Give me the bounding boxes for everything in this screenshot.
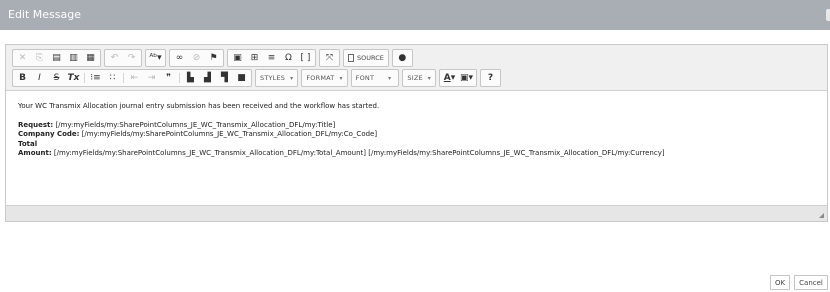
amount-label: Amount: bbox=[18, 149, 52, 157]
paste-word-icon[interactable]: ▦ bbox=[82, 51, 99, 65]
format-combo[interactable]: FORMAT ▾ bbox=[301, 69, 348, 87]
special-char-icon[interactable]: Ω bbox=[280, 51, 297, 65]
rich-text-editor: ✕ ⎘ ▤ ▥ ▦ ↶ ↷ ᴬᵇ▾ ∞ ⊘ ⚑ ▣ ⊞ ≡ Ω [] ⤧ SO… bbox=[5, 44, 828, 222]
italic-button[interactable]: I bbox=[31, 71, 48, 85]
request-label: Request: bbox=[18, 120, 54, 129]
chevron-down-icon: ▾ bbox=[290, 74, 294, 82]
outdent-icon[interactable]: ⇤ bbox=[126, 71, 143, 85]
chevron-down-icon: ▾ bbox=[427, 74, 431, 82]
dialog-header: Edit Message bbox=[0, 0, 830, 30]
strike-button[interactable]: S bbox=[48, 71, 65, 85]
size-label: SIZE bbox=[407, 74, 423, 82]
align-center-icon[interactable]: ▟ bbox=[199, 71, 216, 85]
remove-format-button[interactable]: Tx bbox=[65, 71, 82, 85]
numbered-list-icon[interactable]: ⁝≡ bbox=[87, 71, 104, 85]
about-icon[interactable]: ● bbox=[394, 51, 411, 65]
source-button[interactable]: SOURCE bbox=[345, 54, 387, 62]
iframe-icon[interactable]: [ ] bbox=[297, 51, 314, 65]
request-value: [/my:myFields/my:SharePointColumns_JE_WC… bbox=[55, 120, 336, 129]
clipboard-group: ✕ ⎘ ▤ ▥ ▦ bbox=[12, 49, 101, 67]
resize-handle-icon[interactable] bbox=[819, 213, 824, 218]
total-label: Total bbox=[18, 139, 38, 148]
document-icon bbox=[348, 54, 354, 62]
styles-combo-inner: STYLES ▾ bbox=[257, 71, 296, 85]
company-line: Company Code: [/my:myFields/my:SharePoin… bbox=[18, 130, 827, 140]
indent-icon[interactable]: ⇥ bbox=[143, 71, 160, 85]
format-combo-inner: FORMAT ▾ bbox=[303, 71, 345, 85]
intro-text: Your WC Transmix Allocation journal entr… bbox=[18, 102, 380, 110]
justify-icon[interactable]: ■ bbox=[233, 71, 250, 85]
source-label: SOURCE bbox=[357, 54, 384, 62]
dialog-title: Edit Message bbox=[8, 8, 82, 21]
editor-statusbar bbox=[6, 205, 827, 221]
help-group: ? bbox=[480, 69, 502, 87]
font-combo[interactable]: FONT ▾ bbox=[350, 69, 400, 87]
spellcheck-icon[interactable]: ᴬᵇ▾ bbox=[147, 51, 164, 65]
styles-label: STYLES bbox=[260, 74, 286, 82]
undo-icon[interactable]: ↶ bbox=[106, 51, 123, 65]
unlink-icon[interactable]: ⊘ bbox=[188, 51, 205, 65]
align-left-icon[interactable]: ▙ bbox=[182, 71, 199, 85]
horizontal-rule-icon[interactable]: ≡ bbox=[263, 51, 280, 65]
format-label: FORMAT bbox=[306, 74, 335, 82]
align-right-icon[interactable]: ▜ bbox=[216, 71, 233, 85]
colors-group: A ▾ ▣▾ bbox=[439, 69, 478, 87]
toolbar-separator bbox=[84, 73, 85, 83]
styles-combo[interactable]: STYLES ▾ bbox=[255, 69, 299, 87]
basic-styles-group: B I S Tx ⁝≡ ∷ ⇤ ⇥ ❞ ▙ ▟ ▜ ■ bbox=[12, 69, 252, 87]
maximize-icon[interactable]: ⤧ bbox=[321, 51, 338, 65]
editor-content[interactable]: Your WC Transmix Allocation journal entr… bbox=[6, 91, 827, 206]
help-button[interactable]: ? bbox=[482, 71, 499, 85]
toolbar-separator bbox=[179, 73, 180, 83]
insert-group: ▣ ⊞ ≡ Ω [ ] bbox=[227, 49, 316, 67]
close-icon[interactable] bbox=[826, 9, 830, 21]
company-label: Company Code: bbox=[18, 130, 80, 138]
background-color-icon[interactable]: ▣▾ bbox=[458, 71, 475, 85]
paste-icon[interactable]: ▤ bbox=[48, 51, 65, 65]
size-combo-inner: SIZE ▾ bbox=[404, 71, 434, 85]
font-label: FONT bbox=[355, 74, 375, 82]
chevron-down-icon: ▾ bbox=[388, 74, 392, 82]
toolbar-row-1: ✕ ⎘ ▤ ▥ ▦ ↶ ↷ ᴬᵇ▾ ∞ ⊘ ⚑ ▣ ⊞ ≡ Ω [] ⤧ SO… bbox=[12, 49, 416, 67]
anchor-icon[interactable]: ⚑ bbox=[205, 51, 222, 65]
cancel-button[interactable]: Cancel bbox=[794, 275, 828, 290]
chevron-down-icon: ▾ bbox=[339, 74, 343, 82]
request-line: Request: [/my:myFields/my:SharePointColu… bbox=[18, 121, 827, 131]
links-group: ∞ ⊘ ⚑ bbox=[169, 49, 224, 67]
size-combo[interactable]: SIZE ▾ bbox=[402, 69, 436, 87]
redo-icon[interactable]: ↷ bbox=[123, 51, 140, 65]
total-line: Total bbox=[18, 140, 827, 150]
image-icon[interactable]: ▣ bbox=[229, 51, 246, 65]
editor-toolbar: ✕ ⎘ ▤ ▥ ▦ ↶ ↷ ᴬᵇ▾ ∞ ⊘ ⚑ ▣ ⊞ ≡ Ω [] ⤧ SO… bbox=[6, 45, 827, 91]
amount-value: [/my:myFields/my:SharePointColumns_JE_WC… bbox=[53, 149, 665, 157]
maximize-group: ⤧ bbox=[319, 49, 340, 67]
paste-text-icon[interactable]: ▥ bbox=[65, 51, 82, 65]
link-icon[interactable]: ∞ bbox=[171, 51, 188, 65]
cut-icon[interactable]: ✕ bbox=[14, 51, 31, 65]
text-color-icon[interactable]: A ▾ bbox=[441, 71, 458, 85]
blockquote-icon[interactable]: ❞ bbox=[160, 71, 177, 85]
font-combo-inner: FONT ▾ bbox=[353, 71, 398, 85]
bold-button[interactable]: B bbox=[14, 71, 31, 85]
spellcheck-group: ᴬᵇ▾ bbox=[145, 49, 166, 67]
about-group: ● bbox=[391, 49, 413, 67]
amount-line: Amount: [/my:myFields/my:SharePointColum… bbox=[18, 149, 827, 159]
toolbar-separator bbox=[123, 73, 124, 83]
copy-icon[interactable]: ⎘ bbox=[31, 51, 48, 65]
toolbar-row-2: B I S Tx ⁝≡ ∷ ⇤ ⇥ ❞ ▙ ▟ ▜ ■ STYLES ▾ FOR… bbox=[12, 69, 504, 87]
ok-button[interactable]: OK bbox=[770, 275, 790, 290]
source-group: SOURCE bbox=[343, 49, 389, 67]
company-value: [/my:myFields/my:SharePointColumns_JE_WC… bbox=[81, 130, 378, 138]
bulleted-list-icon[interactable]: ∷ bbox=[104, 71, 121, 85]
table-icon[interactable]: ⊞ bbox=[246, 51, 263, 65]
history-group: ↶ ↷ bbox=[104, 49, 142, 67]
